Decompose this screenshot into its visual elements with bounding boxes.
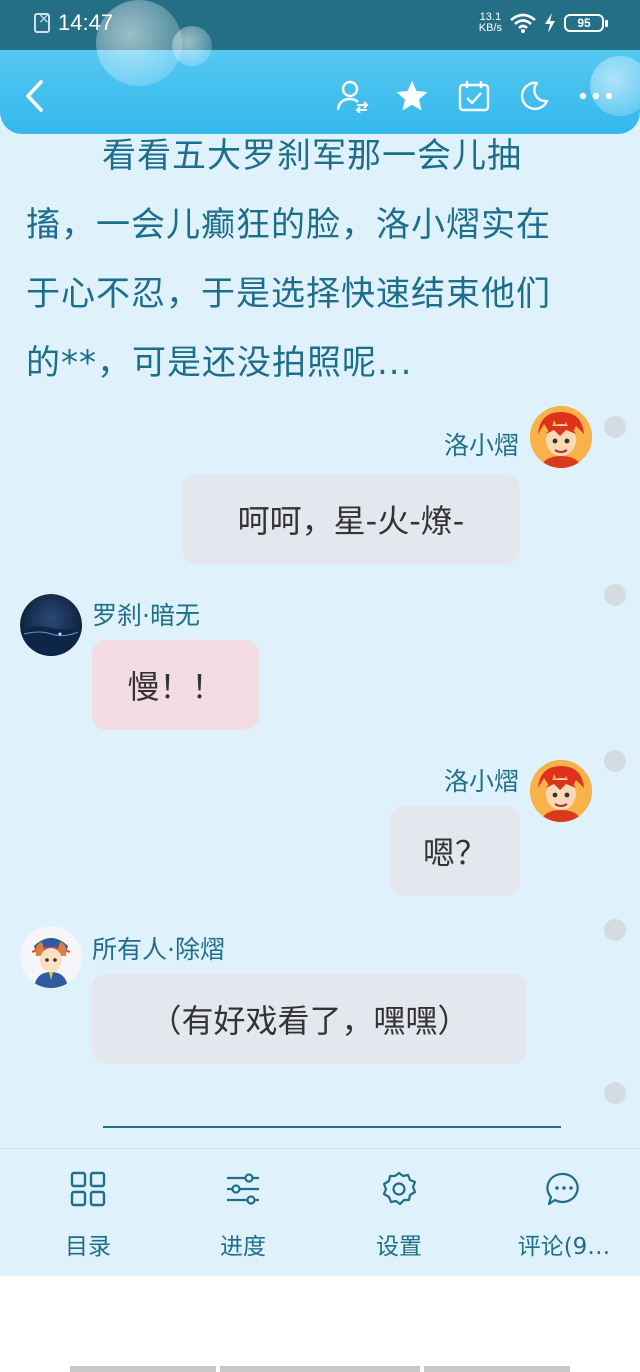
decor-bubble <box>96 0 182 86</box>
nav-comments-button[interactable]: 评论(9… <box>488 1149 640 1277</box>
battery-icon: 95 <box>564 14 608 32</box>
reader-toolbar <box>0 0 640 134</box>
sim-icon <box>34 11 50 33</box>
message-bubble: 呵呵，星-火-燎- <box>182 474 520 564</box>
nav-label: 进度 <box>220 1234 266 1260</box>
gesture-bar[interactable] <box>70 1366 216 1372</box>
sliders-icon <box>225 1171 261 1211</box>
back-icon[interactable] <box>16 78 52 114</box>
wifi-icon <box>510 13 536 33</box>
star-icon[interactable] <box>394 78 430 114</box>
message-bubble: 嗯？ <box>390 806 520 896</box>
grid-icon <box>70 1171 106 1211</box>
nav-label: 目录 <box>65 1234 111 1260</box>
nav-catalog-button[interactable]: 目录 <box>0 1149 176 1277</box>
reading-area[interactable]: 看看五大罗刹军那一会儿抽搐，一会儿癫狂的脸，洛小熠实在于心不忍，于是选择快速结束… <box>0 120 640 1148</box>
switch-user-icon[interactable] <box>334 78 370 114</box>
speaker-name: 洛小熠 <box>443 431 519 460</box>
avatar[interactable] <box>20 594 82 656</box>
speaker-name: 所有人·除熠 <box>92 935 225 964</box>
message-bubble: （有好戏看了，嘿嘿） <box>92 974 527 1064</box>
night-mode-icon[interactable] <box>516 78 552 114</box>
message-bubble: 慢！！ <box>92 640 259 730</box>
nav-progress-button[interactable]: 进度 <box>176 1149 310 1277</box>
paragraph-marker-dot[interactable] <box>604 1082 626 1104</box>
speaker-name: 洛小熠 <box>443 767 519 796</box>
avatar[interactable] <box>530 406 592 468</box>
nav-settings-button[interactable]: 设置 <box>310 1149 488 1277</box>
decor-bubble <box>172 26 212 66</box>
more-icon[interactable] <box>578 78 614 114</box>
net-speed: 13.1 KB/s <box>479 12 502 34</box>
story-paragraph: 看看五大罗刹军那一会儿抽搐，一会儿癫狂的脸，洛小熠实在于心不忍，于是选择快速结束… <box>26 136 551 383</box>
nav-label: 设置 <box>376 1234 422 1260</box>
paragraph-marker-dot[interactable] <box>604 919 626 941</box>
calendar-icon[interactable] <box>456 78 492 114</box>
paragraph-marker-dot[interactable] <box>604 750 626 772</box>
comment-icon <box>546 1171 582 1211</box>
bottom-nav: 目录 进度 设置 评论(9… <box>0 1148 640 1276</box>
paragraph-marker-dot[interactable] <box>604 584 626 606</box>
speaker-name: 罗刹·暗无 <box>92 601 200 630</box>
status-right: 13.1 KB/s 95 <box>479 12 608 34</box>
gesture-bar[interactable] <box>424 1366 570 1372</box>
paragraph-marker-dot[interactable] <box>604 416 626 438</box>
net-speed-unit: KB/s <box>478 22 502 34</box>
gesture-bar[interactable] <box>220 1366 420 1372</box>
chapter-divider <box>103 1126 561 1128</box>
nav-label: 评论(9… <box>517 1234 611 1260</box>
avatar[interactable] <box>20 926 82 988</box>
avatar[interactable] <box>530 760 592 822</box>
gear-icon <box>381 1171 417 1211</box>
blank-area <box>0 1276 640 1372</box>
charging-bolt-icon <box>544 13 556 33</box>
